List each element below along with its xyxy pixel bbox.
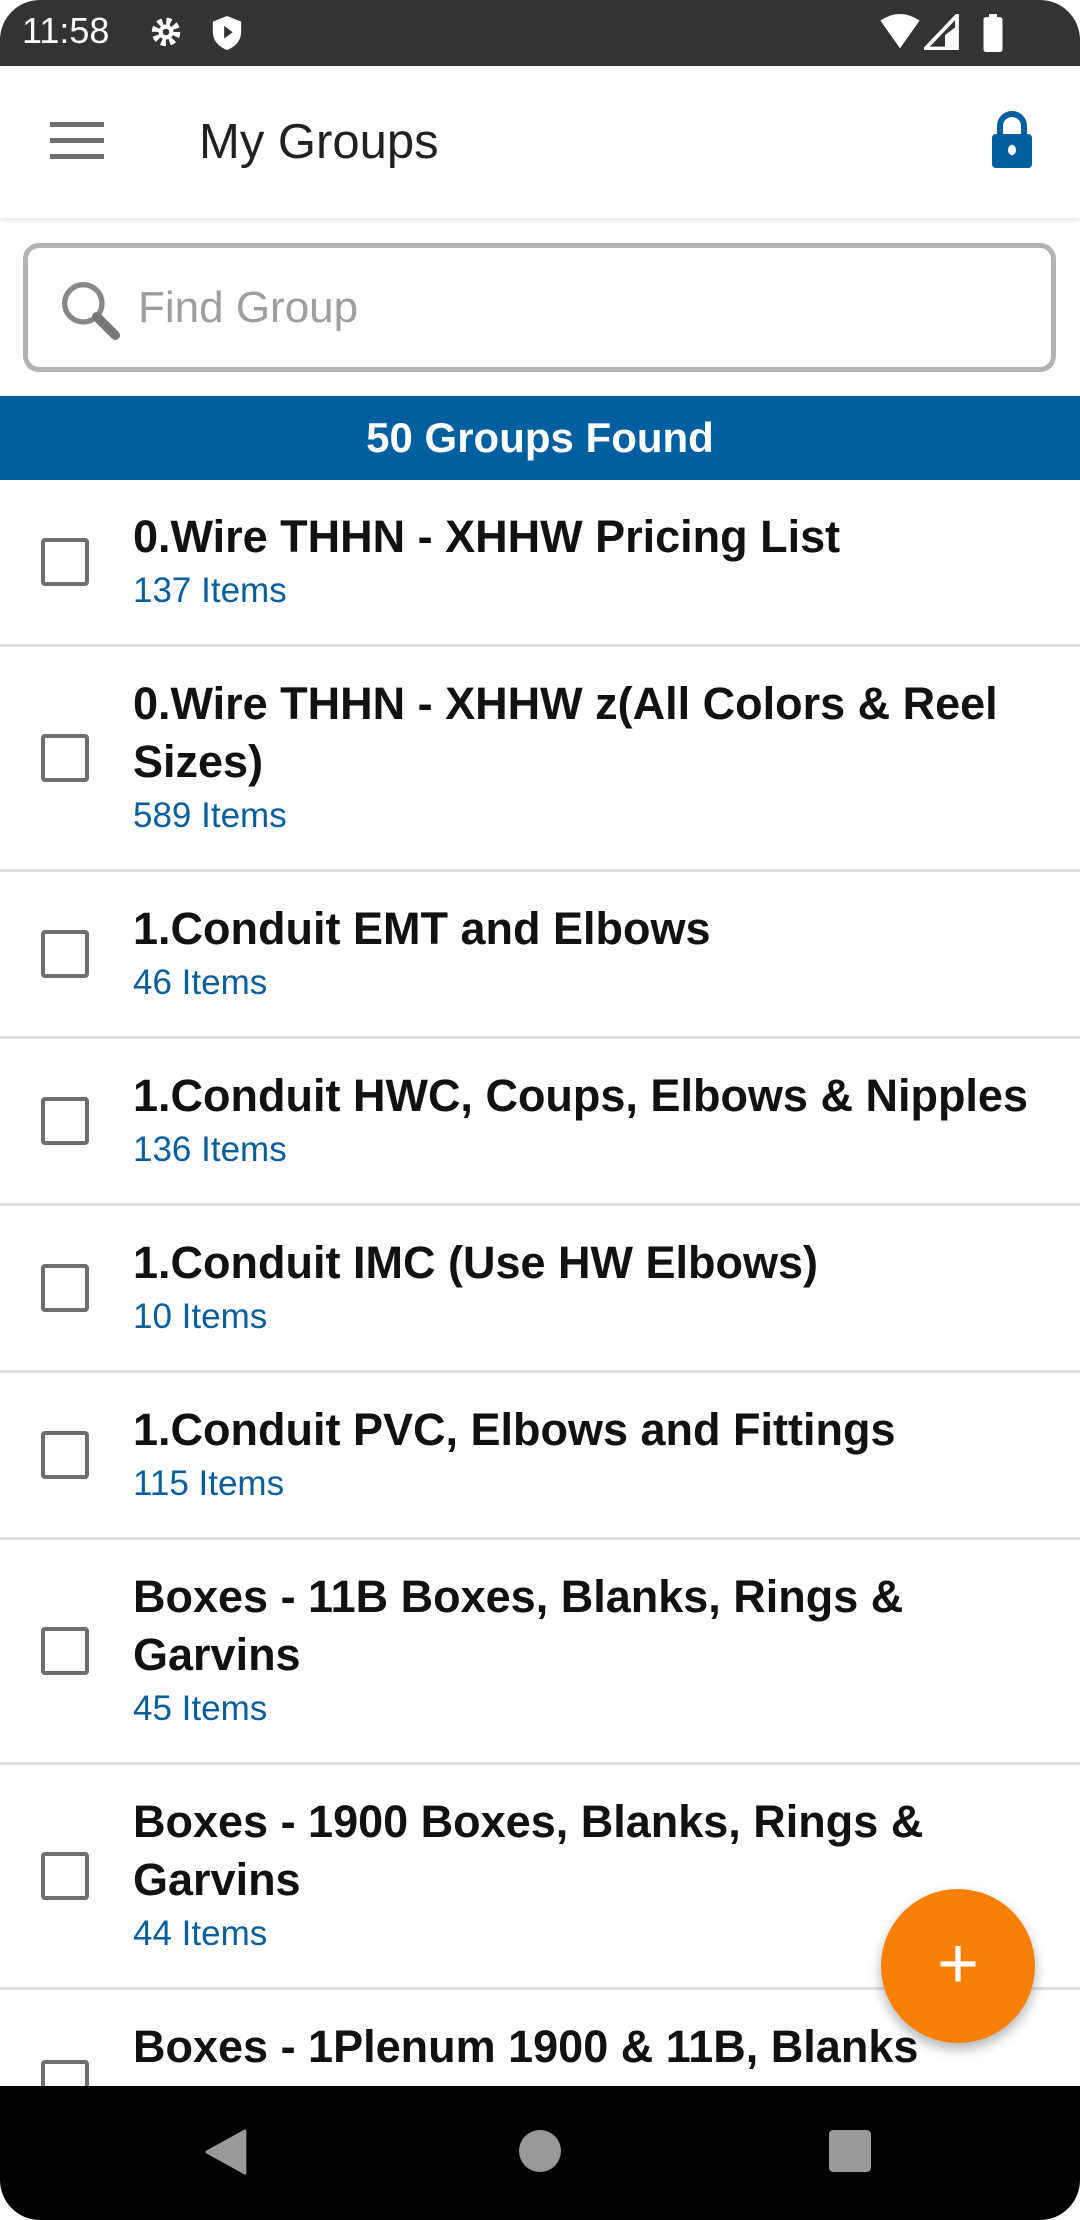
recents-icon[interactable] — [829, 2130, 871, 2172]
checkbox[interactable] — [41, 1097, 89, 1145]
home-icon[interactable] — [519, 2130, 561, 2172]
item-count: 115 Items — [133, 1464, 285, 1503]
checkbox[interactable] — [41, 734, 89, 782]
checkbox[interactable] — [41, 1627, 89, 1675]
group-name: Boxes - 11B Boxes, Blanks, Rings & Garvi… — [133, 1571, 904, 1680]
group-name: 1.Conduit EMT and Elbows — [133, 903, 711, 954]
list-item[interactable]: 0.Wire THHN - XHHW z(All Colors & Reel S… — [0, 647, 1080, 872]
list-item[interactable]: Boxes - 11B Boxes, Blanks, Rings & Garvi… — [0, 1540, 1080, 1765]
checkbox[interactable] — [41, 930, 89, 978]
system-nav-bar — [0, 2086, 1080, 2220]
page-title: My Groups — [199, 115, 439, 169]
signal-icon — [924, 14, 959, 50]
item-count: 137 Items — [133, 571, 287, 610]
item-count: 46 Items — [133, 963, 268, 1002]
group-name: 1.Conduit IMC (Use HW Elbows) — [133, 1237, 818, 1288]
list-item[interactable]: 1.Conduit PVC, Elbows and Fittings 115 It… — [0, 1373, 1080, 1540]
group-name: 1.Conduit PVC, Elbows and Fittings — [133, 1404, 896, 1455]
checkbox[interactable] — [41, 1852, 89, 1900]
group-name: Boxes - 1900 Boxes, Blanks, Rings & Garv… — [133, 1796, 924, 1905]
checkbox[interactable] — [41, 1431, 89, 1479]
search-input[interactable] — [138, 268, 1018, 348]
battery-icon — [983, 14, 1003, 52]
list-item[interactable]: 1.Conduit IMC (Use HW Elbows) 10 Items — [0, 1206, 1080, 1373]
shield-icon — [212, 16, 242, 50]
group-name: 1.Conduit HWC, Coups, Elbows & Nipples — [133, 1070, 1028, 1121]
search-icon — [62, 282, 120, 340]
list-item[interactable]: 1.Conduit HWC, Coups, Elbows & Nipples 13… — [0, 1039, 1080, 1206]
search-box[interactable] — [23, 243, 1056, 372]
group-name: 0.Wire THHN - XHHW Pricing List — [133, 511, 841, 562]
item-count: 45 Items — [133, 1689, 268, 1728]
group-name: 0.Wire THHN - XHHW z(All Colors & Reel S… — [133, 678, 998, 787]
item-count: 136 Items — [133, 1130, 287, 1169]
wifi-icon — [880, 14, 920, 49]
app-bar: My Groups — [0, 66, 1080, 218]
item-count: 10 Items — [133, 1297, 268, 1336]
gear-icon — [151, 17, 181, 47]
back-icon[interactable] — [205, 2129, 247, 2175]
lock-icon[interactable] — [988, 110, 1036, 170]
checkbox[interactable] — [41, 1264, 89, 1312]
checkbox[interactable] — [41, 2060, 89, 2086]
list-item[interactable]: 1.Conduit EMT and Elbows 46 Items — [0, 872, 1080, 1039]
status-time: 11:58 — [22, 10, 110, 51]
item-count: 589 Items — [133, 796, 287, 835]
add-group-button[interactable]: + — [881, 1889, 1035, 2043]
status-bar: 11:58 — [0, 0, 1080, 66]
hamburger-icon[interactable] — [50, 122, 104, 162]
list-item[interactable]: 0.Wire THHN - XHHW Pricing List 137 Items — [0, 480, 1080, 647]
results-count-banner: 50 Groups Found — [0, 396, 1080, 480]
group-list[interactable]: 0.Wire THHN - XHHW Pricing List 137 Items… — [0, 480, 1080, 2086]
checkbox[interactable] — [41, 538, 89, 586]
